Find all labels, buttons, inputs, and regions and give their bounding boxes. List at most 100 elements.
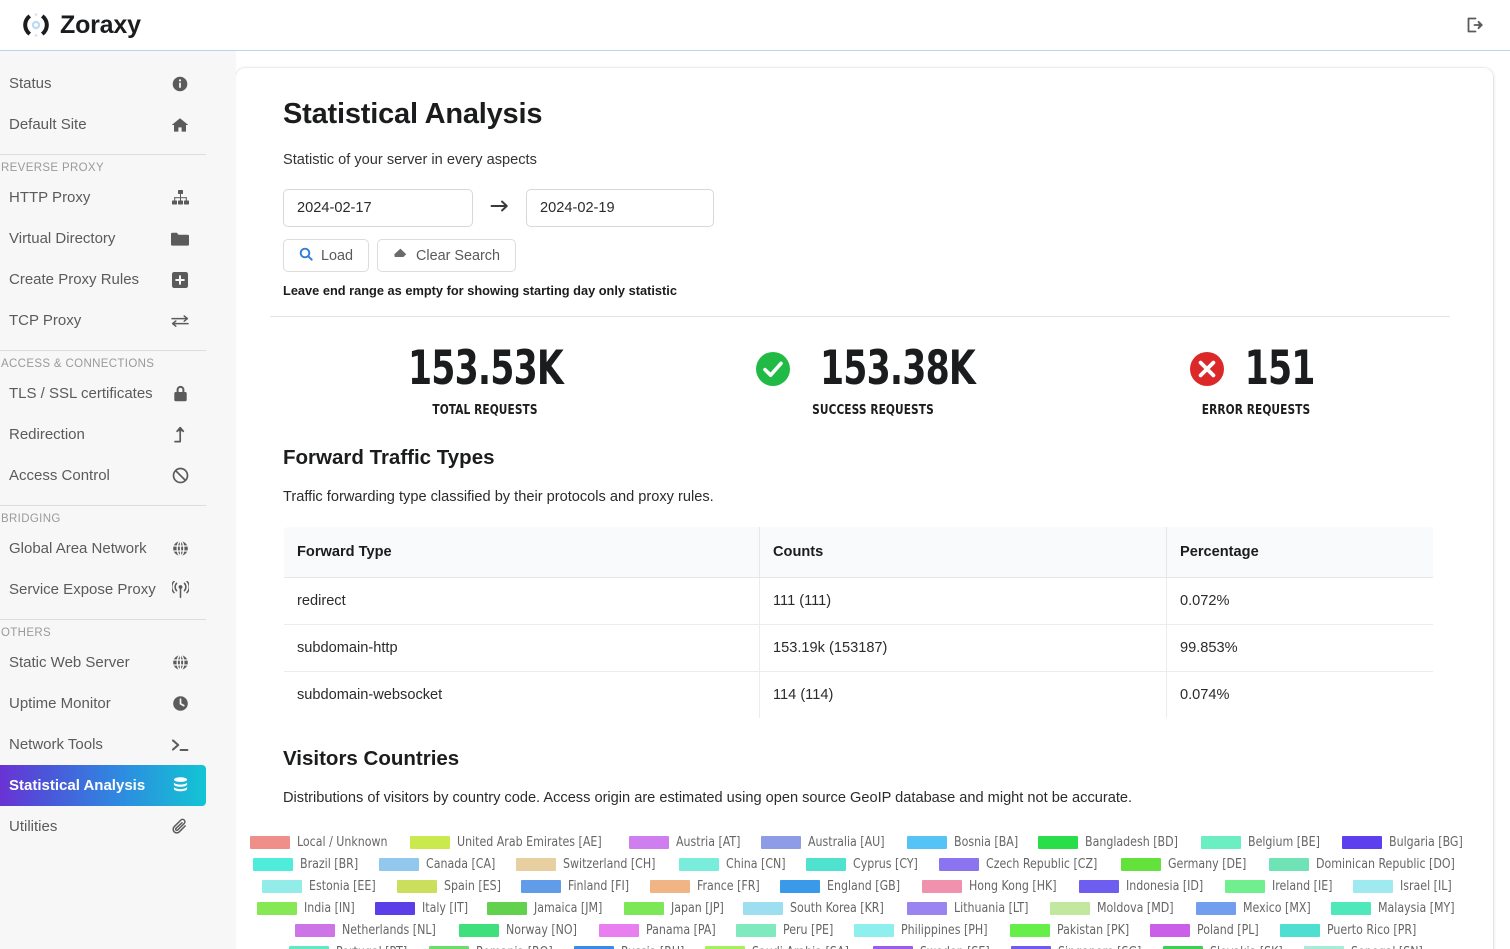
sidebar-item-service-expose-proxy[interactable]: Service Expose Proxy: [0, 569, 206, 610]
load-button[interactable]: Load: [283, 239, 369, 272]
legend-item[interactable]: Puerto Rico [PR]: [1280, 923, 1423, 938]
legend-item[interactable]: Romania [RO]: [429, 945, 558, 949]
search-button-row: Load Clear Search: [283, 239, 1445, 272]
legend-item[interactable]: Germany [DE]: [1121, 857, 1252, 872]
legend-item[interactable]: Pakistan [PK]: [1010, 923, 1135, 938]
legend-label: Ireland [IE]: [1272, 879, 1332, 894]
legend-color-swatch: [907, 836, 947, 849]
legend-item[interactable]: Peru [PE]: [736, 923, 837, 938]
legend-color-swatch: [1038, 836, 1078, 849]
legend-item[interactable]: Spain [ES]: [397, 879, 505, 894]
sidebar-item-static-web-server[interactable]: Static Web Server: [0, 642, 206, 683]
sidebar-item-redirection[interactable]: Redirection: [0, 414, 206, 455]
legend-item[interactable]: Switzerland [CH]: [516, 857, 662, 872]
legend-item[interactable]: United Arab Emirates [AE]: [410, 835, 613, 850]
legend-item[interactable]: Cyprus [CY]: [806, 857, 923, 872]
legend-item[interactable]: Israel [IL]: [1353, 879, 1456, 894]
legend-item[interactable]: India [IN]: [257, 901, 359, 916]
legend-item[interactable]: Australia [AU]: [761, 835, 890, 850]
legend-item[interactable]: Belgium [BE]: [1201, 835, 1325, 850]
legend-color-swatch: [429, 946, 469, 949]
legend-color-swatch: [1304, 946, 1344, 949]
stat-label: TOTAL REQUESTS: [314, 403, 655, 418]
legend-item[interactable]: Senegal [SN]: [1304, 945, 1428, 949]
top-header-bar: Zoraxy: [0, 0, 1510, 51]
legend-item[interactable]: China [CN]: [679, 857, 790, 872]
legend-item[interactable]: Netherlands [NL]: [295, 923, 443, 938]
legend-item[interactable]: Ireland [IE]: [1225, 879, 1337, 894]
legend-item[interactable]: Russia [RU]: [574, 945, 689, 949]
legend-item[interactable]: Slovakia [SK]: [1163, 945, 1288, 949]
legend-label: United Arab Emirates [AE]: [457, 835, 602, 850]
legend-item[interactable]: Brazil [BR]: [253, 857, 363, 872]
legend-item[interactable]: Finland [FI]: [521, 879, 634, 894]
legend-item[interactable]: Czech Republic [CZ]: [939, 857, 1106, 872]
sidebar-item-tls-ssl-certificates[interactable]: TLS / SSL certificates: [0, 373, 206, 414]
legend-item[interactable]: Hong Kong [HK]: [922, 879, 1063, 894]
legend-item[interactable]: Saudi Arabia [SA]: [705, 945, 856, 949]
sidebar-item-create-proxy-rules[interactable]: Create Proxy Rules: [0, 259, 206, 300]
sidebar-item-uptime-monitor[interactable]: Uptime Monitor: [0, 683, 206, 724]
sidebar-item-network-tools[interactable]: Network Tools: [0, 724, 206, 765]
legend-item[interactable]: Moldova [MD]: [1050, 901, 1179, 916]
legend-item[interactable]: Local / Unknown: [250, 835, 394, 850]
forward-traffic-title: Forward Traffic Types: [283, 446, 1445, 470]
legend-item[interactable]: Malaysia [MY]: [1331, 901, 1460, 916]
legend-label: Canada [CA]: [426, 857, 495, 872]
legend-item[interactable]: Norway [NO]: [459, 923, 582, 938]
sign-out-icon[interactable]: [1454, 5, 1494, 45]
stat-label: ERROR REQUESTS: [1090, 403, 1423, 418]
sidebar-item-tcp-proxy[interactable]: TCP Proxy: [0, 300, 206, 341]
stat-label: SUCCESS REQUESTS: [702, 403, 1043, 418]
legend-item[interactable]: Philippines [PH]: [854, 923, 994, 938]
legend-item[interactable]: Austria [AT]: [629, 835, 745, 850]
legend-color-swatch: [379, 858, 419, 871]
paperclip-icon: [170, 818, 190, 835]
legend-item[interactable]: Poland [PL]: [1150, 923, 1263, 938]
sidebar-item-default-site[interactable]: Default Site: [0, 104, 206, 145]
legend-item[interactable]: Dominican Republic [DO]: [1269, 857, 1465, 872]
start-date-input[interactable]: [283, 189, 473, 227]
forward-traffic-table: Forward TypeCountsPercentage redirect111…: [283, 526, 1434, 719]
legend-item[interactable]: Singapore [SG]: [1011, 945, 1148, 949]
sidebar-item-virtual-directory[interactable]: Virtual Directory: [0, 218, 206, 259]
sidebar-item-http-proxy[interactable]: HTTP Proxy: [0, 177, 206, 218]
legend-label: Romania [RO]: [476, 945, 553, 949]
legend-item[interactable]: Japan [JP]: [624, 901, 728, 916]
legend-item[interactable]: Sweden [SE]: [873, 945, 995, 949]
legend-color-swatch: [780, 880, 820, 893]
stat-value: 153.38K: [820, 345, 975, 392]
legend-item[interactable]: France [FR]: [650, 879, 764, 894]
legend-item[interactable]: Bulgaria [BG]: [1342, 835, 1468, 850]
legend-label: Pakistan [PK]: [1057, 923, 1129, 938]
sidebar-item-status[interactable]: Status: [0, 63, 206, 104]
legend-item[interactable]: Jamaica [JM]: [487, 901, 607, 916]
legend-item[interactable]: Bangladesh [BD]: [1038, 835, 1185, 850]
sidebar-item-global-area-network[interactable]: Global Area Network: [0, 528, 206, 569]
end-date-input[interactable]: [526, 189, 714, 227]
legend-item[interactable]: Canada [CA]: [379, 857, 501, 872]
legend-item[interactable]: Lithuania [LT]: [907, 901, 1034, 916]
legend-item[interactable]: Panama [PA]: [599, 923, 721, 938]
legend-color-swatch: [253, 858, 293, 871]
legend-item[interactable]: Bosnia [BA]: [907, 835, 1023, 850]
legend-item[interactable]: England [GB]: [780, 879, 906, 894]
plus-square-icon: [170, 272, 190, 288]
legend-item[interactable]: South Korea [KR]: [743, 901, 891, 916]
legend-color-swatch: [521, 880, 561, 893]
stat-value-row: 153.38K: [679, 345, 1067, 392]
legend-label: Spain [ES]: [444, 879, 501, 894]
legend-label: Cyprus [CY]: [853, 857, 918, 872]
legend-item[interactable]: Portugal [PT]: [289, 945, 413, 949]
sidebar-item-access-control[interactable]: Access Control: [0, 455, 206, 496]
legend-label: Philippines [PH]: [901, 923, 988, 938]
legend-item[interactable]: Italy [IT]: [375, 901, 472, 916]
clear-search-button[interactable]: Clear Search: [377, 239, 516, 272]
sidebar-item-utilities[interactable]: Utilities: [0, 806, 206, 847]
legend-item[interactable]: Estonia [EE]: [262, 879, 381, 894]
legend-item[interactable]: Mexico [MX]: [1196, 901, 1316, 916]
legend-item[interactable]: Indonesia [ID]: [1079, 879, 1209, 894]
legend-color-swatch: [761, 836, 801, 849]
sidebar-item-statistical-analysis[interactable]: Statistical Analysis: [0, 765, 206, 806]
clear-search-button-label: Clear Search: [416, 248, 500, 264]
